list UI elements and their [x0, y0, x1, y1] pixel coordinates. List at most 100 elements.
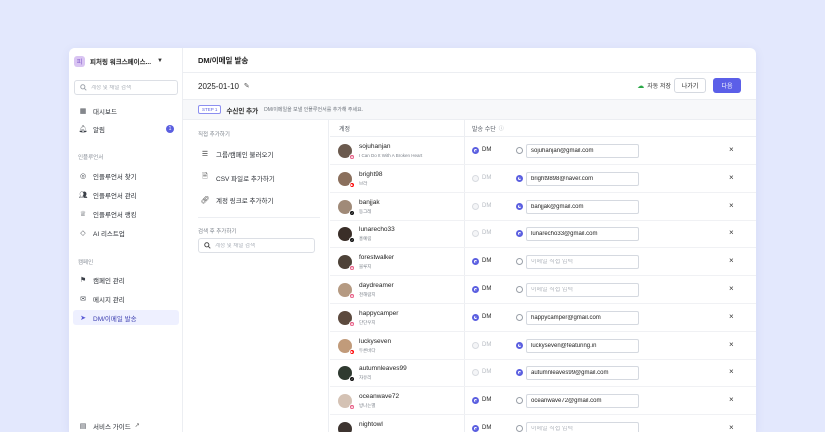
- email-input[interactable]: [531, 342, 638, 349]
- bell-icon: 🔔︎: [78, 125, 88, 133]
- sidebar-item-service-guide[interactable]: ▤ 서비스 가이드 ↗: [73, 418, 179, 432]
- remove-row-button[interactable]: ×: [729, 145, 734, 154]
- sidebar-item-label: 알림: [93, 126, 105, 134]
- trophy-icon: ♕: [79, 210, 87, 218]
- dm-radio[interactable]: [472, 313, 479, 321]
- sidebar-item-influencer-ranking[interactable]: ♕ 인플루언서 랭킹: [73, 206, 179, 221]
- instagram-icon: ◉: [349, 320, 355, 327]
- dm-label: DM: [482, 230, 492, 237]
- load-group-campaign-button[interactable]: ☰ 그룹/캠페인 불러오기: [200, 149, 274, 159]
- email-input[interactable]: [531, 398, 638, 405]
- email-field[interactable]: [526, 199, 639, 214]
- compass-icon: ◎: [79, 172, 87, 180]
- sidebar-item-ai-listup[interactable]: ◇ AI 리스트업: [73, 225, 179, 240]
- table-row: ◉ happycamper 단단우지 DM ×: [330, 304, 756, 332]
- dm-label: DM: [482, 341, 492, 348]
- sidebar-item-message-manage[interactable]: ✉ 메시지 관리: [73, 291, 179, 306]
- dm-radio[interactable]: [472, 425, 479, 432]
- email-input[interactable]: [531, 426, 638, 432]
- sidebar-item-manage-influencer[interactable]: 👥︎ 인플루언서 관리: [73, 187, 179, 202]
- column-header-method-label: 발송 수단: [472, 127, 496, 133]
- dm-radio[interactable]: [472, 286, 479, 293]
- youtube-icon: ▶: [349, 181, 355, 188]
- account-name: 브라: [359, 180, 368, 186]
- email-input[interactable]: [531, 259, 638, 266]
- sidebar-search-input[interactable]: [91, 84, 176, 91]
- email-field[interactable]: [526, 227, 639, 242]
- sidebar-item-find-influencer[interactable]: ◎ 인플루언서 찾기: [73, 168, 179, 183]
- remove-row-button[interactable]: ×: [729, 312, 734, 321]
- remove-row-button[interactable]: ×: [729, 256, 734, 265]
- dm-radio[interactable]: [472, 397, 479, 405]
- remove-row-button[interactable]: ×: [729, 367, 734, 376]
- exit-button[interactable]: 나가기: [674, 78, 706, 93]
- pencil-icon[interactable]: ✎: [244, 82, 250, 90]
- remove-row-button[interactable]: ×: [729, 201, 734, 210]
- dm-radio: [472, 202, 479, 210]
- instagram-icon: ◉: [349, 154, 355, 160]
- cloud-check-icon: ☁: [637, 82, 645, 90]
- dm-radio[interactable]: [472, 147, 479, 154]
- email-field[interactable]: [526, 171, 639, 186]
- sidebar-item-label: 메시지 관리: [93, 296, 125, 304]
- email-field[interactable]: [526, 422, 639, 432]
- email-radio[interactable]: [516, 147, 523, 154]
- email-input[interactable]: [531, 175, 638, 182]
- sidebar-item-campaign-manage[interactable]: ⚑ 캠페인 관리: [73, 272, 179, 287]
- add-csv-button[interactable]: 🗎︎ CSV 파일로 추가하기: [200, 172, 275, 183]
- sidebar-item-label: 캠페인 관리: [93, 277, 125, 285]
- sidebar-item-label: AI 리스트업: [93, 230, 125, 238]
- table-row: ◉ daydreamer 천해람지 DM ×: [330, 276, 756, 304]
- account-search-input[interactable]: [215, 242, 313, 249]
- remove-row-button[interactable]: ×: [729, 173, 734, 182]
- email-radio[interactable]: [516, 425, 523, 432]
- remove-row-button[interactable]: ×: [729, 228, 734, 237]
- email-input[interactable]: [531, 314, 638, 321]
- email-radio[interactable]: [516, 286, 523, 293]
- sidebar-search[interactable]: [74, 80, 178, 95]
- email-field[interactable]: [526, 144, 639, 158]
- email-radio[interactable]: [516, 313, 523, 321]
- email-input[interactable]: [531, 148, 638, 154]
- sidebar-item-dashboard[interactable]: ▦ 대시보드: [73, 103, 179, 118]
- email-field[interactable]: [526, 283, 639, 297]
- email-radio[interactable]: [516, 397, 523, 405]
- dm-label: DM: [482, 397, 492, 404]
- sidebar-item-dm-email-send[interactable]: ➤ DM/이메일 발송: [73, 310, 179, 325]
- email-field[interactable]: [526, 338, 639, 353]
- info-icon[interactable]: ⓘ: [499, 125, 504, 132]
- remove-row-button[interactable]: ×: [729, 395, 734, 404]
- workspace-switcher[interactable]: 피 피처링 워크스페이스... ▼: [74, 55, 178, 67]
- table-row: ♪ banjjak 동그레 DM ×: [330, 193, 756, 221]
- email-radio[interactable]: [516, 369, 523, 377]
- email-field[interactable]: [526, 366, 639, 381]
- add-link-button[interactable]: 🔗︎ 계정 링크로 추가하기: [200, 195, 274, 205]
- email-radio[interactable]: [516, 341, 523, 349]
- email-field[interactable]: [526, 394, 639, 409]
- search-add-label: 검색 후 추가하기: [198, 229, 237, 235]
- remove-row-button[interactable]: ×: [729, 423, 734, 432]
- remove-row-button[interactable]: ×: [729, 340, 734, 349]
- dm-radio[interactable]: [472, 258, 479, 266]
- email-field[interactable]: [526, 310, 639, 325]
- account-name: 홍예림: [359, 236, 372, 242]
- next-button[interactable]: 다음: [713, 78, 741, 93]
- email-input[interactable]: [531, 231, 638, 238]
- sidebar-item-notifications[interactable]: 🔔︎ 알림 1: [73, 121, 179, 136]
- email-radio[interactable]: [516, 202, 523, 210]
- email-radio[interactable]: [516, 258, 523, 266]
- email-radio[interactable]: [516, 174, 523, 182]
- email-input[interactable]: [531, 203, 638, 210]
- remove-row-button[interactable]: ×: [729, 284, 734, 293]
- account-search[interactable]: [198, 238, 315, 253]
- section-label-influencer: 인플루언서: [78, 155, 104, 161]
- email-radio[interactable]: [516, 230, 523, 238]
- account-name: 방나는별: [359, 403, 376, 409]
- email-input[interactable]: [531, 287, 638, 293]
- email-input[interactable]: [531, 370, 638, 377]
- email-field[interactable]: [526, 255, 639, 270]
- account-id: happycamper: [359, 309, 399, 317]
- diamond-icon: ◇: [80, 229, 86, 237]
- add-option-label: CSV 파일로 추가하기: [216, 175, 275, 183]
- autosave-status: ☁ 자동 저장: [637, 81, 671, 91]
